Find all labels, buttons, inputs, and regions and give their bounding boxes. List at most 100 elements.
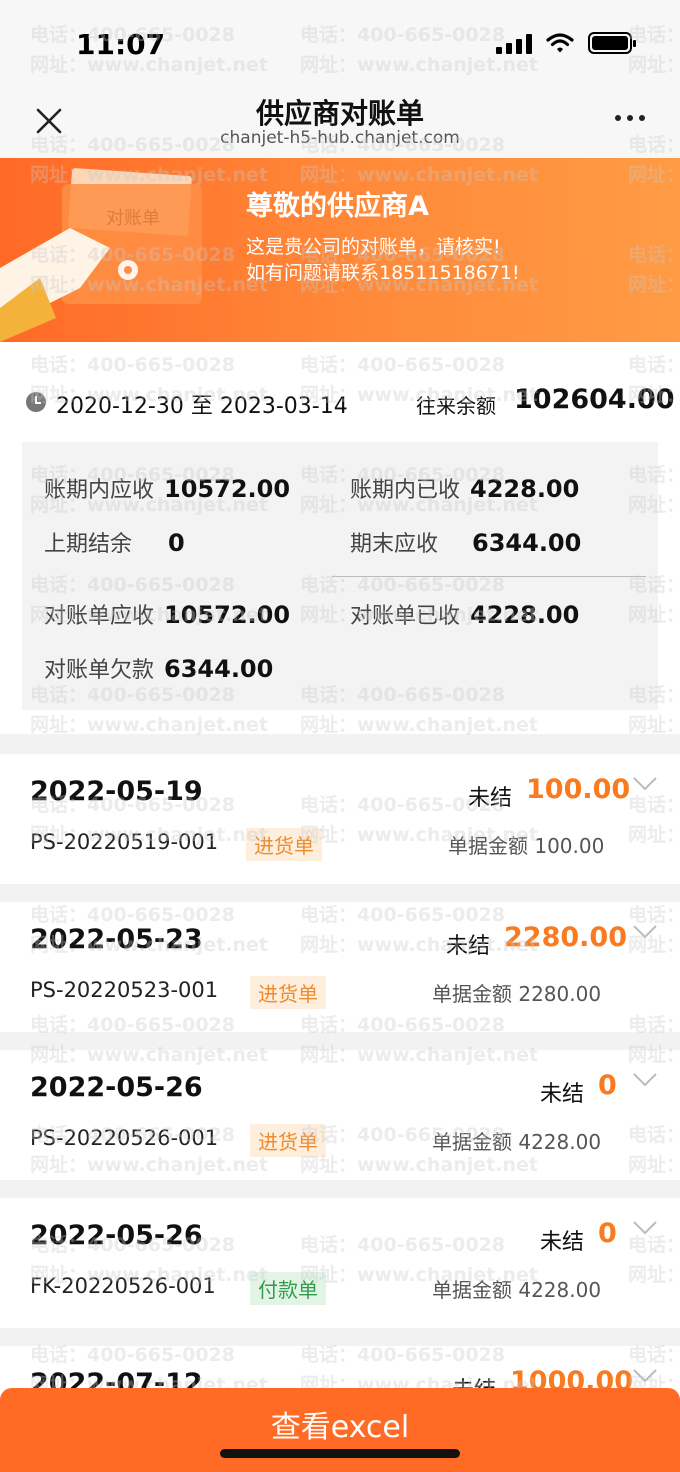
section-gap: [0, 734, 680, 754]
page-title: 供应商对账单: [255, 97, 424, 130]
summary-value: 4228.00: [470, 475, 580, 503]
doc-amount-label: 单据金额: [432, 1130, 512, 1154]
battery-icon: [588, 32, 636, 54]
summary-value: 6344.00: [164, 655, 274, 683]
section-gap: [0, 1032, 680, 1050]
summary-item: 期末应收 6344.00: [350, 526, 581, 558]
more-icon[interactable]: [610, 108, 650, 128]
signal-icon: [496, 32, 532, 54]
banner-line-1: 这是贵公司的对账单，请核实!: [246, 236, 501, 258]
summary-item: 上期结余 0: [44, 526, 185, 558]
record-type-tag: 进货单: [246, 828, 322, 861]
record-amount: 1000.00: [510, 1366, 633, 1388]
record-date: 2022-05-26: [30, 1220, 203, 1251]
summary-label: 账期内已收: [350, 478, 461, 503]
watermark-site: 网址：www.chanjet.net: [628, 714, 680, 736]
record-doc-amount: 单据金额 4228.00: [432, 1274, 601, 1303]
record-date: 2022-05-26: [30, 1072, 203, 1103]
record-status: 未结: [446, 934, 491, 959]
chevron-down-icon[interactable]: [632, 1220, 658, 1236]
watermark-phone: 电话：400-665-0028: [628, 354, 680, 376]
section-gap: [0, 1180, 680, 1198]
record-number: PS-20220526-001: [30, 1126, 219, 1150]
banner-message: 这是贵公司的对账单，请核实! 如有问题请联系18511518671!: [246, 234, 520, 286]
list-item[interactable]: 2022-05-19 未结 100.00 PS-20220519-001 进货单…: [0, 754, 680, 884]
chevron-down-icon[interactable]: [632, 924, 658, 940]
record-status: 未结: [540, 1082, 585, 1107]
record-date: 2022-05-19: [30, 776, 203, 807]
record-number: FK-20220526-001: [30, 1274, 216, 1298]
watermark-phone: 电话：400-665-0028: [30, 354, 235, 376]
doc-amount-label: 单据金额: [432, 982, 512, 1006]
doc-amount-value: 4228.00: [518, 1130, 602, 1154]
record-type-tag: 进货单: [250, 976, 326, 1009]
record-amount: 0: [598, 1218, 617, 1249]
list-item[interactable]: 2022-05-26 未结 0 FK-20220526-001 付款单 单据金额…: [0, 1198, 680, 1328]
record-status: 未结: [468, 786, 513, 811]
banner: 对账单 尊敬的供应商A 这是贵公司的对账单，请核实! 如有问题请联系185115…: [0, 158, 680, 342]
banner-title: 尊敬的供应商A: [246, 191, 429, 222]
balance-value: 102604.00: [514, 384, 675, 415]
record-number: PS-20220519-001: [30, 830, 219, 854]
period-range[interactable]: 2020-12-30 至 2023-03-14: [56, 388, 348, 420]
record-doc-amount: 单据金额 4228.00: [432, 1126, 601, 1155]
wifi-icon: [546, 33, 574, 53]
record-amount: 0: [598, 1070, 617, 1101]
watermark-site: 网址：www.chanjet.net: [300, 714, 538, 736]
list-item[interactable]: 2022-05-23 未结 2280.00 PS-20220523-001 进货…: [0, 902, 680, 1032]
balance-label: 往来余额: [416, 394, 496, 418]
record-amount: 2280.00: [504, 922, 627, 953]
summary-label: 对账单欠款: [44, 658, 155, 683]
statement-illustration-icon: 对账单: [0, 168, 202, 342]
clock-icon: [26, 392, 46, 412]
doc-amount-label: 单据金额: [432, 1278, 512, 1302]
record-doc-amount: 单据金额 100.00: [448, 830, 604, 859]
summary-value: 10572.00: [164, 475, 291, 503]
illustration-text: 对账单: [106, 208, 160, 229]
chevron-down-icon[interactable]: [632, 1368, 658, 1384]
list-item[interactable]: 2022-07-12 未结 1000.00: [0, 1346, 680, 1388]
doc-amount-value: 2280.00: [518, 982, 602, 1006]
doc-amount-value: 100.00: [534, 834, 605, 858]
watermark-phone: 电话：400-665-0028: [300, 354, 505, 376]
summary-item: 账期内已收 4228.00: [350, 472, 579, 504]
record-status: 未结: [452, 1372, 496, 1388]
record-date: 2022-05-23: [30, 924, 203, 955]
home-indicator: [220, 1449, 460, 1458]
period-row: 2020-12-30 至 2023-03-14 往来余额 102604.00: [0, 380, 680, 424]
doc-amount-label: 单据金额: [448, 834, 528, 858]
nav-bar: 供应商对账单 chanjet-h5-hub.chanjet.com: [0, 88, 680, 158]
chevron-down-icon[interactable]: [632, 1072, 658, 1088]
summary-label: 对账单已收: [350, 604, 461, 629]
summary-panel: 账期内应收 10572.00 账期内已收 4228.00 上期结余 0 期末应收…: [22, 442, 658, 710]
record-type-tag: 进货单: [250, 1124, 326, 1157]
summary-value: 0: [168, 529, 185, 557]
record-amount: 100.00: [526, 774, 631, 805]
summary-value: 10572.00: [164, 601, 291, 629]
doc-amount-value: 4228.00: [518, 1278, 602, 1302]
record-doc-amount: 单据金额 2280.00: [432, 978, 601, 1007]
summary-item: 对账单已收 4228.00: [350, 598, 579, 630]
summary-item: 对账单欠款 6344.00: [44, 652, 273, 684]
chevron-down-icon[interactable]: [632, 776, 658, 792]
record-date: 2022-07-12: [30, 1368, 203, 1388]
summary-label: 账期内应收: [44, 478, 155, 503]
section-gap: [0, 884, 680, 902]
watermark-site: 网址：www.chanjet.net: [30, 714, 268, 736]
record-status: 未结: [540, 1230, 585, 1255]
banner-line-2: 如有问题请联系18511518671!: [246, 262, 520, 284]
view-excel-button[interactable]: 查看excel: [0, 1388, 680, 1472]
record-number: PS-20220523-001: [30, 978, 219, 1002]
record-type-tag: 付款单: [250, 1272, 326, 1305]
list-item[interactable]: 2022-05-26 未结 0 PS-20220526-001 进货单 单据金额…: [0, 1050, 680, 1180]
summary-label: 对账单应收: [44, 604, 155, 629]
section-gap: [0, 1328, 680, 1346]
summary-value: 6344.00: [472, 529, 582, 557]
summary-item: 对账单应收 10572.00: [44, 598, 290, 630]
summary-item: 账期内应收 10572.00: [44, 472, 290, 504]
page-domain: chanjet-h5-hub.chanjet.com: [220, 128, 460, 148]
status-time: 11:07: [76, 28, 166, 61]
divider: [332, 576, 646, 577]
status-icons: [496, 32, 636, 54]
status-bar: 11:07: [0, 0, 680, 88]
